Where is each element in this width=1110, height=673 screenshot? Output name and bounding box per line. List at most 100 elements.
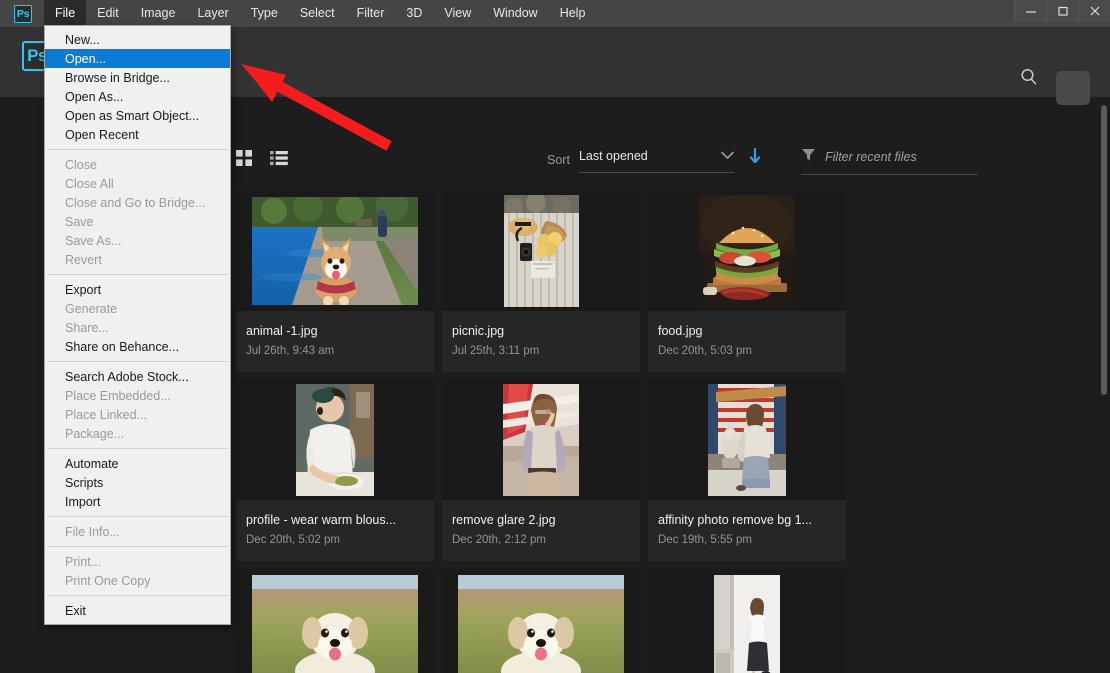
file-menu-item-new[interactable]: New... — [45, 30, 230, 49]
file-menu-item-share-on-behance[interactable]: Share on Behance... — [45, 337, 230, 356]
left-rail — [0, 97, 12, 673]
file-menu-item-scripts[interactable]: Scripts — [45, 473, 230, 492]
recent-file-card[interactable]: affinity photo remove bg 1... Dec 19th, … — [648, 380, 846, 561]
menu-type[interactable]: Type — [240, 0, 289, 27]
file-menu-item-open-recent[interactable]: Open Recent — [45, 125, 230, 144]
file-menu-item-close: Close — [65, 157, 97, 172]
file-thumbnail — [648, 191, 846, 311]
menu-help[interactable]: Help — [549, 0, 597, 27]
file-name: affinity photo remove bg 1... — [658, 513, 813, 527]
file-date: Dec 20th, 2:12 pm — [452, 534, 546, 546]
file-thumbnail — [236, 191, 434, 311]
file-menu-item-save-as: Save As... — [65, 233, 122, 248]
file-menu-item-package: Package... — [65, 426, 125, 441]
woman-sitting-photo — [708, 384, 786, 496]
recent-file-card[interactable] — [236, 569, 434, 673]
file-name: food.jpg — [658, 324, 703, 338]
photoshop-window: Ps Sort Last opened Filter recent files … — [0, 0, 1110, 673]
funnel-icon — [801, 147, 816, 167]
menu-select[interactable]: Select — [289, 0, 346, 27]
recent-file-card[interactable]: food.jpg Dec 20th, 5:03 pm — [648, 191, 846, 372]
menu-separator — [47, 149, 228, 150]
menu-separator — [47, 516, 228, 517]
file-menu-item-search-adobe-stock[interactable]: Search Adobe Stock... — [45, 367, 230, 386]
menu-separator — [47, 546, 228, 547]
menu-edit[interactable]: Edit — [86, 0, 130, 27]
vertical-scrollbar[interactable] — [1098, 97, 1110, 673]
file-thumbnail — [648, 569, 846, 673]
file-menu-item-close-all: Close All — [65, 176, 114, 191]
maximize-icon[interactable] — [1046, 0, 1078, 22]
picnic-blanket-photo — [503, 195, 579, 307]
file-menu-item-open-as[interactable]: Open As... — [45, 87, 230, 106]
file-name: profile - wear warm blous... — [246, 513, 397, 527]
avatar[interactable] — [1056, 71, 1090, 105]
filter-control-group — [801, 147, 978, 175]
file-date: Dec 20th, 5:02 pm — [246, 534, 340, 546]
file-meta: affinity photo remove bg 1... Dec 19th, … — [648, 500, 846, 561]
list-view-icon[interactable] — [270, 150, 288, 171]
file-name: remove glare 2.jpg — [452, 513, 556, 527]
grid-row — [236, 569, 846, 673]
file-menu-item-open-as-smart-object[interactable]: Open as Smart Object... — [45, 106, 230, 125]
close-icon[interactable] — [1078, 0, 1110, 22]
file-date: Jul 25th, 3:11 pm — [452, 345, 540, 357]
file-menu-item-exit[interactable]: Exit — [45, 601, 230, 620]
sort-control-group: Sort Last opened — [547, 147, 761, 173]
file-meta: picnic.jpg Jul 25th, 3:11 pm — [442, 311, 640, 372]
filter-recent-files-input[interactable] — [825, 150, 970, 164]
menu-separator — [47, 361, 228, 362]
grid-view-icon[interactable] — [236, 150, 252, 171]
file-menu-dropdown: New... Open... Browse in Bridge... Open As.… — [44, 25, 231, 625]
woman-at-table-photo — [296, 384, 374, 496]
minimize-icon[interactable] — [1014, 0, 1046, 22]
menu-bar: Ps File Edit Image Layer Type Select Fil… — [0, 0, 1110, 27]
file-menu-item-print-one-copy: Print One Copy — [65, 573, 151, 588]
file-menu-item-browse-in-bridge[interactable]: Browse in Bridge... — [45, 68, 230, 87]
menu-view[interactable]: View — [433, 0, 482, 27]
menu-file[interactable]: File — [44, 0, 87, 27]
puppy-photo — [252, 575, 418, 673]
chevron-down-icon — [721, 147, 734, 165]
file-name: animal -1.jpg — [246, 324, 318, 338]
file-meta: food.jpg Dec 20th, 5:03 pm — [648, 311, 846, 372]
scrollbar-thumb[interactable] — [1101, 105, 1107, 395]
recent-file-card[interactable]: remove glare 2.jpg Dec 20th, 2:12 pm — [442, 380, 640, 561]
file-meta: remove glare 2.jpg Dec 20th, 2:12 pm — [442, 500, 640, 561]
woman-indoor-photo — [503, 384, 579, 496]
menu-items: File Edit Image Layer Type Select Filter… — [44, 0, 596, 27]
menu-filter[interactable]: Filter — [346, 0, 396, 27]
recent-file-card[interactable] — [442, 569, 640, 673]
sort-select[interactable]: Last opened — [578, 147, 734, 173]
file-meta: profile - wear warm blous... Dec 20th, 5… — [236, 500, 434, 561]
file-thumbnail — [236, 380, 434, 500]
recent-file-card[interactable] — [648, 569, 846, 673]
file-menu-item-place-linked: Place Linked... — [65, 407, 147, 422]
window-controls — [1014, 0, 1110, 22]
file-menu-item-close-and-go-to-bridge: Close and Go to Bridge... — [65, 195, 206, 210]
menu-image[interactable]: Image — [130, 0, 187, 27]
file-date: Jul 26th, 9:43 am — [246, 345, 335, 357]
recent-file-card[interactable]: picnic.jpg Jul 25th, 3:11 pm — [442, 191, 640, 372]
woman-standing-photo — [714, 575, 780, 673]
file-menu-item-open[interactable]: Open... — [45, 49, 230, 68]
recent-file-card[interactable]: animal -1.jpg Jul 26th, 9:43 am — [236, 191, 434, 372]
menu-separator — [47, 595, 228, 596]
file-name: picnic.jpg — [452, 324, 505, 338]
menu-layer[interactable]: Layer — [186, 0, 239, 27]
menu-window[interactable]: Window — [482, 0, 548, 27]
file-menu-item-revert: Revert — [65, 252, 102, 267]
file-menu-item-automate[interactable]: Automate — [45, 454, 230, 473]
file-menu-item-print: Print... — [65, 554, 102, 569]
search-icon[interactable] — [1016, 64, 1042, 90]
file-thumbnail — [442, 380, 640, 500]
file-menu-item-import[interactable]: Import — [45, 492, 230, 511]
menu-3d[interactable]: 3D — [395, 0, 433, 27]
grid-row: animal -1.jpg Jul 26th, 9:43 am picnic.j… — [236, 191, 846, 372]
sort-direction-icon[interactable] — [749, 147, 761, 169]
file-menu-item-place-embedded: Place Embedded... — [65, 388, 171, 403]
sort-selected-value: Last opened — [578, 149, 648, 163]
file-menu-item-export[interactable]: Export — [45, 280, 230, 299]
menu-separator — [47, 448, 228, 449]
recent-file-card[interactable]: profile - wear warm blous... Dec 20th, 5… — [236, 380, 434, 561]
